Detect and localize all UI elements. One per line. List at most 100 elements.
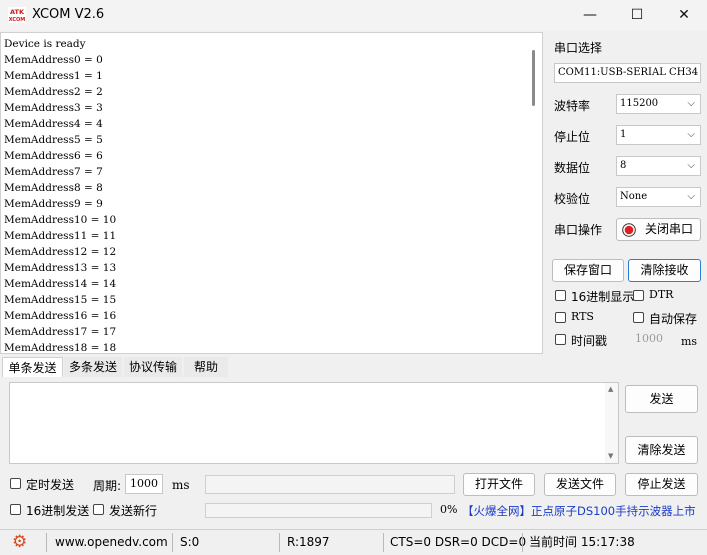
send-newline-label: 发送新行: [109, 504, 158, 518]
data-bits-value: 8: [620, 160, 627, 171]
timed-send-label: 定时发送: [26, 478, 75, 492]
close-button[interactable]: ✕: [661, 0, 707, 31]
rts-checkbox[interactable]: [555, 312, 566, 323]
baud-label: 波特率: [554, 99, 591, 113]
dtr-checkbox[interactable]: [633, 290, 644, 301]
send-file-button[interactable]: 发送文件: [544, 473, 616, 496]
receive-line: MemAddress2 = 2: [4, 86, 103, 98]
website-link[interactable]: www.openedv.com: [55, 530, 168, 555]
receive-line: MemAddress6 = 6: [4, 150, 103, 162]
status-divider: [279, 533, 280, 552]
dtr-label: DTR: [649, 288, 674, 301]
open-file-button[interactable]: 打开文件: [463, 473, 535, 496]
hex-send-checkbox[interactable]: [10, 504, 21, 515]
send-button[interactable]: 发送: [625, 385, 698, 413]
tab-single-send[interactable]: 单条发送: [2, 357, 63, 377]
receive-line: MemAddress13 = 13: [4, 262, 117, 274]
receive-line: MemAddress16 = 16: [4, 310, 117, 322]
receive-text: Device is ready MemAddress0 = 0 MemAddress…: [4, 36, 117, 353]
receive-line: MemAddress4 = 4: [4, 118, 103, 130]
receive-line: MemAddress12 = 12: [4, 246, 117, 258]
period-input[interactable]: 1000: [125, 474, 163, 494]
save-window-button[interactable]: 保存窗口: [552, 259, 624, 282]
timed-send-checkbox[interactable]: [10, 478, 21, 489]
status-divider: [46, 533, 47, 552]
data-bits-select[interactable]: 8 ⌵: [616, 156, 701, 176]
status-divider: [383, 533, 384, 552]
send-newline-checkbox[interactable]: [93, 504, 104, 515]
svg-text:XCOM: XCOM: [9, 17, 26, 23]
rts-label: RTS: [571, 310, 594, 323]
svg-text:ATK: ATK: [10, 8, 25, 16]
period-label: 周期:: [93, 479, 122, 493]
tab-protocol[interactable]: 协议传输: [124, 357, 182, 377]
scroll-up-icon[interactable]: ▲: [608, 385, 613, 393]
receive-textarea[interactable]: Device is ready MemAddress0 = 0 MemAddress…: [0, 32, 543, 354]
status-indicator-icon: [622, 223, 636, 237]
timestamp-label: 时间戳: [571, 334, 608, 348]
chevron-down-icon: ⌵: [687, 129, 695, 140]
app-logo-icon: ATK XCOM: [8, 7, 26, 23]
current-time: 当前时间 15:17:38: [529, 535, 635, 549]
send-scrollbar[interactable]: ▲ ▼: [605, 383, 618, 463]
chevron-down-icon: ⌵: [687, 98, 695, 109]
port-select[interactable]: COM11:USB-SERIAL CH34: [554, 63, 701, 83]
data-bits-label: 数据位: [554, 161, 591, 175]
receive-line: MemAddress10 = 10: [4, 214, 117, 226]
sent-count: S:0: [180, 535, 200, 549]
scrollbar-thumb[interactable]: [532, 50, 535, 106]
receive-line: MemAddress3 = 3: [4, 102, 103, 114]
stop-bits-select[interactable]: 1 ⌵: [616, 125, 701, 145]
stop-send-button[interactable]: 停止发送: [625, 473, 698, 496]
progress-percent: 0%: [440, 503, 458, 516]
status-divider: [172, 533, 173, 552]
close-port-button[interactable]: 关闭串口: [616, 218, 701, 241]
auto-save-checkbox[interactable]: [633, 312, 644, 323]
title-bar[interactable]: ATK XCOM XCOM V2.6 — ☐ ✕: [0, 0, 707, 31]
chevron-down-icon: ⌵: [687, 160, 695, 171]
settings-gear-icon[interactable]: ⚙: [12, 530, 27, 555]
receive-line: MemAddress7 = 7: [4, 166, 103, 178]
timestamp-checkbox[interactable]: [555, 334, 566, 345]
receive-line: MemAddress11 = 11: [4, 230, 117, 242]
send-textarea[interactable]: ▲ ▼: [9, 382, 619, 464]
stop-bits-label: 停止位: [554, 130, 591, 144]
receive-scrollbar[interactable]: [529, 34, 541, 352]
receive-line: MemAddress15 = 15: [4, 294, 117, 306]
close-port-label: 关闭串口: [645, 222, 694, 236]
promo-link[interactable]: 【火爆全网】正点原子DS100手持示波器上市: [462, 503, 696, 519]
line-status: CTS=0 DSR=0 DCD=0: [390, 535, 527, 549]
scroll-down-icon[interactable]: ▼: [608, 452, 613, 460]
tab-multi-send[interactable]: 多条发送: [64, 357, 122, 377]
receive-line: MemAddress9 = 9: [4, 198, 103, 210]
clear-receive-button[interactable]: 清除接收: [628, 259, 701, 282]
hex-display-checkbox[interactable]: [555, 290, 566, 301]
receive-line: Device is ready: [4, 38, 86, 50]
tab-help[interactable]: 帮助: [184, 357, 228, 377]
baud-select[interactable]: 115200 ⌵: [616, 94, 701, 114]
receive-line: MemAddress5 = 5: [4, 134, 103, 146]
baud-value: 115200: [620, 98, 659, 109]
maximize-button[interactable]: ☐: [614, 0, 660, 31]
parity-value: None: [620, 191, 648, 202]
hex-display-label: 16进制显示: [571, 290, 635, 304]
port-select-label: 串口选择: [554, 41, 603, 55]
receive-line: MemAddress8 = 8: [4, 182, 103, 194]
send-file-path[interactable]: [205, 475, 455, 494]
chevron-down-icon: ⌵: [687, 191, 695, 202]
timestamp-interval-input[interactable]: 1000: [635, 332, 663, 345]
parity-select[interactable]: None ⌵: [616, 187, 701, 207]
window-title: XCOM V2.6: [32, 7, 105, 22]
status-divider: [522, 533, 523, 552]
hex-send-label: 16进制发送: [26, 504, 90, 518]
receive-line: MemAddress0 = 0: [4, 54, 103, 66]
period-unit: ms: [172, 478, 190, 492]
send-progress-bar: [205, 503, 432, 518]
clear-send-button[interactable]: 清除发送: [625, 436, 698, 464]
minimize-button[interactable]: —: [567, 0, 613, 31]
port-select-value: COM11:USB-SERIAL CH34: [558, 67, 699, 78]
receive-line: MemAddress14 = 14: [4, 278, 117, 290]
receive-line: MemAddress1 = 1: [4, 70, 103, 82]
stop-bits-value: 1: [620, 129, 627, 140]
parity-label: 校验位: [554, 192, 591, 206]
